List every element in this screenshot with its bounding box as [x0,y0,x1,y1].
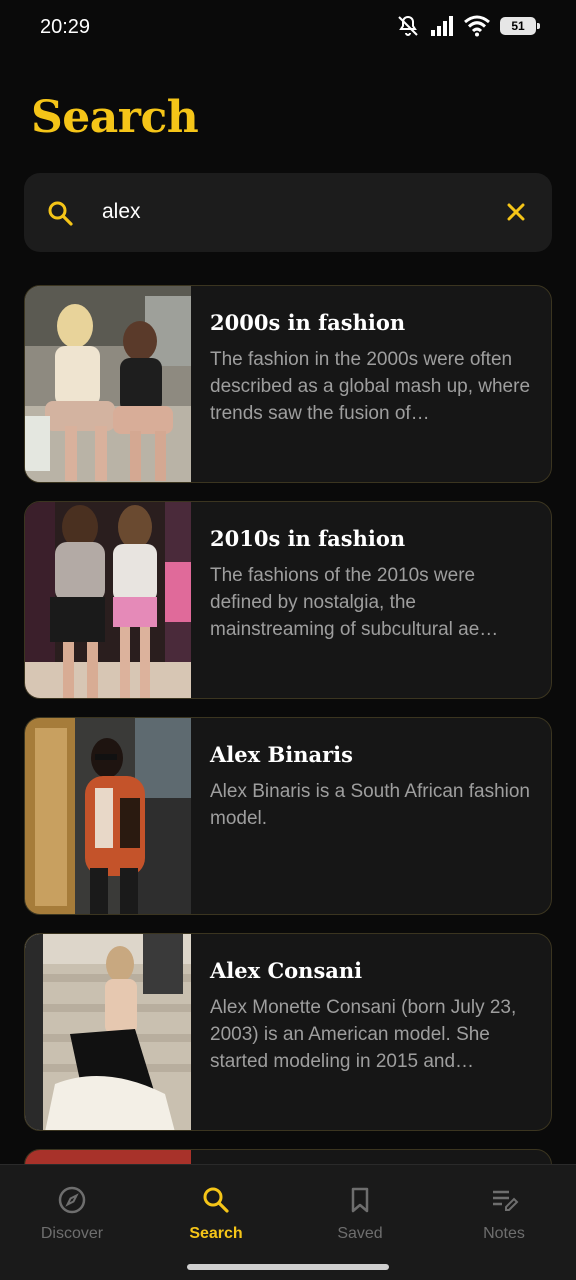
nav-label: Notes [483,1225,525,1242]
result-title: 2000s in fashion [210,310,406,335]
search-icon [203,1187,229,1213]
close-icon[interactable] [502,198,530,226]
result-description: The fashions of the 2010s were defined b… [210,565,499,640]
result-card[interactable]: Alex Binaris Alex Binaris is a South Afr… [24,717,552,915]
result-title: Alex Consani [210,958,363,983]
nav-notes[interactable]: Notes [432,1165,576,1265]
home-indicator[interactable] [187,1264,389,1270]
search-icon [48,201,73,226]
result-card[interactable]: Alex Consani Alex Monette Consani (born … [24,933,552,1131]
search-input[interactable] [102,196,482,228]
nav-discover[interactable]: Discover [0,1165,144,1265]
nav-label: Discover [40,1225,104,1242]
result-card[interactable]: 2010s in fashion The fashions of the 201… [24,501,552,699]
nav-label: Saved [337,1225,383,1242]
result-thumbnail [25,286,191,482]
notes-icon [493,1190,519,1211]
nav-saved[interactable]: Saved [288,1165,432,1265]
result-card[interactable]: 2000s in fashion The fashion in the 2000… [24,285,552,483]
nav-label: Search [189,1225,243,1242]
nav-search[interactable]: Search [144,1165,288,1265]
bookmark-icon [351,1187,369,1213]
wifi-icon [464,15,490,37]
result-description: Alex Monette Consani (born July 23, 2003… [210,997,517,1072]
battery-indicator: 51 [500,17,540,35]
result-title: Alex Binaris [210,742,353,767]
mute-icon [398,15,418,36]
status-bar: 20:29 51 [0,0,576,56]
status-icons: 51 [396,14,540,38]
result-thumbnail [25,934,191,1130]
page-title: Search [31,92,199,143]
result-description: The fashion in the 2000s were often desc… [210,349,531,424]
bottom-navigation: Discover Search Saved Notes [0,1164,576,1280]
signal-icon [431,16,453,36]
result-title: 2010s in fashion [210,526,406,551]
status-time: 20:29 [40,16,91,38]
result-description: Alex Binaris is a South African fashion … [210,781,531,829]
result-thumbnail [25,502,191,698]
compass-icon [58,1186,86,1214]
result-thumbnail [25,718,191,914]
